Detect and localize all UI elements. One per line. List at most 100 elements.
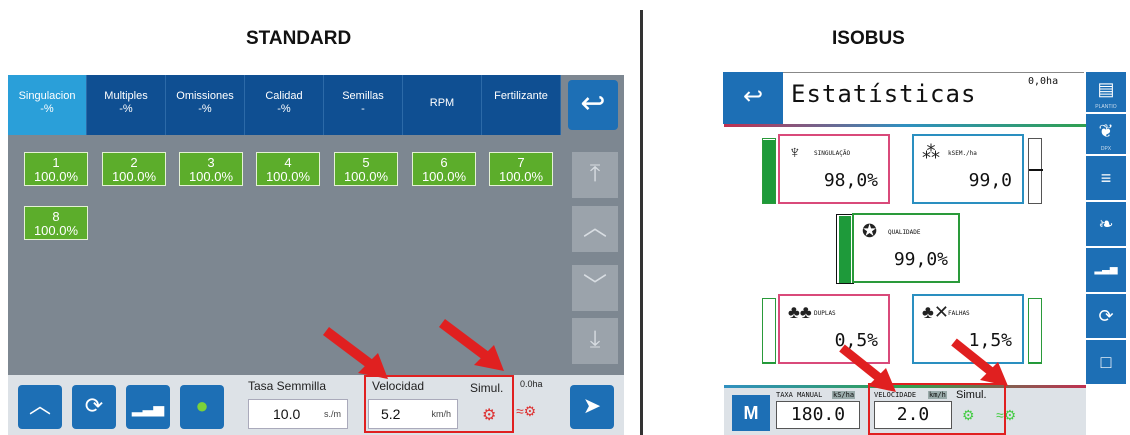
row-number: 3 — [207, 155, 215, 170]
row-number: 4 — [284, 155, 292, 170]
scroll-up-button[interactable]: ︿ — [572, 206, 618, 252]
dpx-button[interactable]: ❦ DPX — [1086, 114, 1126, 154]
isobus-screen: ↩ Estatísticas 0,0ha ▤ PLANTIO ❦ DPX ≡ ❧ ▂… — [666, 70, 1128, 435]
highlight-box — [364, 375, 514, 433]
row-box-8[interactable]: 8 100.0% — [24, 206, 88, 240]
square-icon: □ — [1100, 352, 1112, 372]
rotate-icon: ⟳ — [84, 393, 104, 418]
back-button[interactable]: ↩ — [568, 80, 618, 130]
row-box-1[interactable]: 1 100.0% — [24, 152, 88, 186]
row-number: 2 — [130, 155, 138, 170]
check-circle-icon: ● — [195, 393, 209, 418]
scroll-top-button[interactable]: ⤒ — [572, 152, 618, 198]
square-button[interactable]: □ — [1086, 340, 1126, 384]
menu-button[interactable]: ≡ — [1086, 156, 1126, 200]
document-icon: ▤ — [1097, 79, 1115, 99]
dpx-label: DPX — [1100, 146, 1112, 152]
tab-singulacion[interactable]: Singulacion -% — [8, 75, 87, 135]
singulacao-gauge — [762, 138, 776, 204]
plantio-button[interactable]: ▤ PLANTIO — [1086, 72, 1126, 112]
row-percent: 100.0% — [265, 169, 311, 184]
row-percent: 100.0% — [111, 169, 157, 184]
tab-rpm[interactable]: RPM — [403, 75, 482, 135]
signal-bars-icon: ▂▃▅ — [1094, 264, 1118, 275]
tractor-speed-icon: ≈⚙ — [516, 403, 537, 419]
signal-button[interactable]: ▂▃▅ — [126, 385, 170, 429]
row-percent: 100.0% — [188, 169, 234, 184]
row-box-7[interactable]: 7 100.0% — [489, 152, 553, 186]
qualidade-label: QUALIDADE — [888, 229, 921, 236]
sprout-icon: ♆ — [788, 142, 802, 162]
tasa-field[interactable]: 10.0 s./m — [248, 399, 348, 429]
singulacao-value: 98,0% — [823, 170, 878, 191]
metric-tabs: Singulacion -% Multiples -% Omissiones -… — [8, 75, 563, 135]
tab-multiples[interactable]: Multiples -% — [87, 75, 166, 135]
singulacao-card[interactable]: ♆ SINGULAÇÃO 98,0% — [778, 134, 890, 204]
scroll-down-button[interactable]: ﹀ — [572, 265, 618, 311]
standard-screen: Singulacion -% Multiples -% Omissiones -… — [8, 75, 624, 435]
qualidade-card[interactable]: ✪ QUALIDADE 99,0% — [852, 213, 960, 283]
isobus-margin — [666, 70, 724, 435]
manual-mode-button[interactable]: M — [732, 395, 770, 431]
navigation-button[interactable]: ➤ — [570, 385, 614, 429]
bottom-toolbar: ︿ ⟳ ▂▃▅ ● Tasa Semmilla 10.0 s./m Velocid… — [8, 375, 624, 435]
page-title: Estatísticas — [791, 80, 977, 108]
pointer-arrow-icon — [323, 327, 388, 379]
ksem-value: 99,0 — [968, 170, 1012, 191]
tasa-unit: s./m — [324, 409, 341, 419]
rotate-button[interactable]: ⟳ — [1086, 294, 1126, 338]
row-number: 1 — [52, 155, 60, 170]
row-box-4[interactable]: 4 100.0% — [256, 152, 320, 186]
area-label: 0.0ha — [520, 379, 543, 389]
rotate-button[interactable]: ⟳ — [72, 385, 116, 429]
row-percent: 100.0% — [33, 169, 79, 184]
falhas-label: FALHAS — [948, 310, 970, 317]
isobus-back-button[interactable]: ↩ — [723, 72, 783, 124]
ksem-gauge — [1028, 138, 1043, 204]
chevron-down-icon: ﹀ — [583, 273, 607, 300]
header-stripe — [724, 124, 1086, 127]
plantio-label: PLANTIO — [1095, 104, 1117, 110]
status-button[interactable]: ● — [180, 385, 224, 429]
row-percent: 100.0% — [498, 169, 544, 184]
falhas-gauge — [1028, 298, 1042, 364]
row-percent: 100.0% — [343, 169, 389, 184]
back-arrow-icon: ↩ — [742, 83, 764, 110]
duplas-label: DUPLAS — [814, 310, 836, 317]
row-percent: 100.0% — [421, 169, 467, 184]
row-number: 6 — [440, 155, 448, 170]
panel-divider — [640, 10, 643, 435]
row-box-5[interactable]: 5 100.0% — [334, 152, 398, 186]
duplas-gauge — [762, 298, 776, 364]
menu-icon: ≡ — [1100, 168, 1112, 188]
row-box-6[interactable]: 6 100.0% — [412, 152, 476, 186]
row-number: 7 — [517, 155, 525, 170]
taxa-field[interactable]: 180.0 — [776, 401, 860, 429]
signal-button[interactable]: ▂▃▅ — [1086, 248, 1126, 292]
tab-omissiones[interactable]: Omissiones -% — [166, 75, 245, 135]
leaf-gear-icon: ❧ — [1098, 214, 1114, 234]
standard-heading: STANDARD — [246, 28, 352, 49]
ksem-label: kSEM./ha — [948, 150, 977, 157]
singulacao-label: SINGULAÇÃO — [814, 150, 851, 157]
taxa-label: TAXA MANUAL — [776, 391, 823, 399]
tab-semillas[interactable]: Semillas - — [324, 75, 403, 135]
tab-calidad[interactable]: Calidad -% — [245, 75, 324, 135]
up-button[interactable]: ︿ — [18, 385, 62, 429]
ksem-card[interactable]: ⁂ kSEM./ha 99,0 — [912, 134, 1024, 204]
tasa-value: 10.0 — [273, 406, 301, 422]
chevron-up-icon: ︿ — [28, 393, 51, 418]
row-percent: 100.0% — [33, 223, 79, 238]
scroll-bottom-icon: ⤓ — [589, 326, 601, 353]
row-box-3[interactable]: 3 100.0% — [179, 152, 243, 186]
tab-fertilizante[interactable]: Fertilizante — [482, 75, 561, 135]
isobus-heading: ISOBUS — [832, 28, 905, 49]
scroll-bottom-button[interactable]: ⤓ — [572, 318, 618, 364]
pointer-arrow-icon — [839, 344, 896, 392]
pointer-arrow-icon — [439, 319, 504, 371]
row-number: 5 — [362, 155, 370, 170]
scroll-top-icon: ⤒ — [589, 160, 601, 187]
settings-leaf-button[interactable]: ❧ — [1086, 202, 1126, 246]
row-box-2[interactable]: 2 100.0% — [102, 152, 166, 186]
row-number: 8 — [52, 209, 60, 224]
